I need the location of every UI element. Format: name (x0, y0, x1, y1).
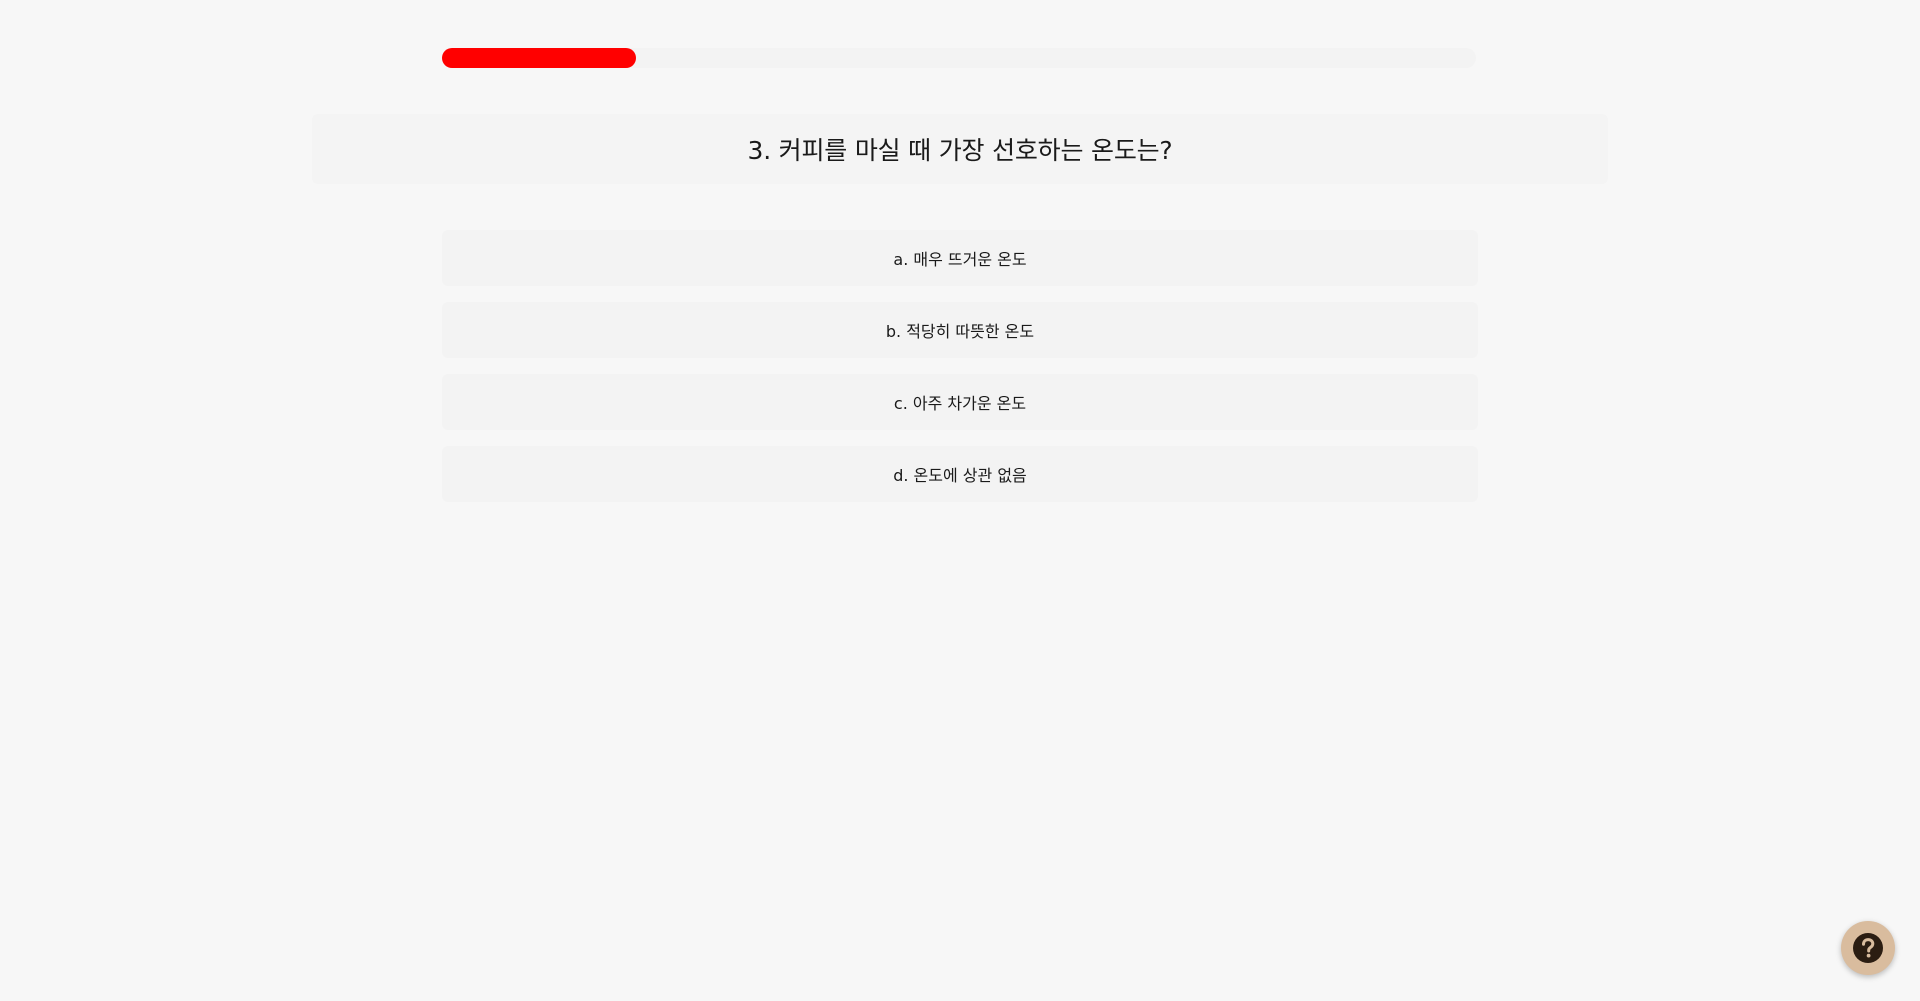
help-button[interactable] (1841, 921, 1895, 975)
question-mark-icon (1853, 933, 1883, 963)
option-a-button[interactable]: a. 매우 뜨거운 온도 (442, 230, 1478, 286)
option-d-label: d. 온도에 상관 없음 (893, 466, 1027, 485)
question-card: 3. 커피를 마실 때 가장 선호하는 온도는? (312, 114, 1608, 184)
option-a-label: a. 매우 뜨거운 온도 (893, 250, 1027, 269)
progress-bar-fill (442, 48, 637, 68)
option-b-button[interactable]: b. 적당히 따뜻한 온도 (442, 302, 1478, 358)
question-title: 3. 커피를 마실 때 가장 선호하는 온도는? (747, 136, 1173, 165)
option-b-label: b. 적당히 따뜻한 온도 (885, 322, 1035, 341)
progress-bar (442, 48, 1476, 68)
option-c-label: c. 아주 차가운 온도 (893, 394, 1027, 413)
option-d-button[interactable]: d. 온도에 상관 없음 (442, 446, 1478, 502)
answer-options: a. 매우 뜨거운 온도 b. 적당히 따뜻한 온도 c. 아주 차가운 온도 … (442, 230, 1478, 518)
option-c-button[interactable]: c. 아주 차가운 온도 (442, 374, 1478, 430)
